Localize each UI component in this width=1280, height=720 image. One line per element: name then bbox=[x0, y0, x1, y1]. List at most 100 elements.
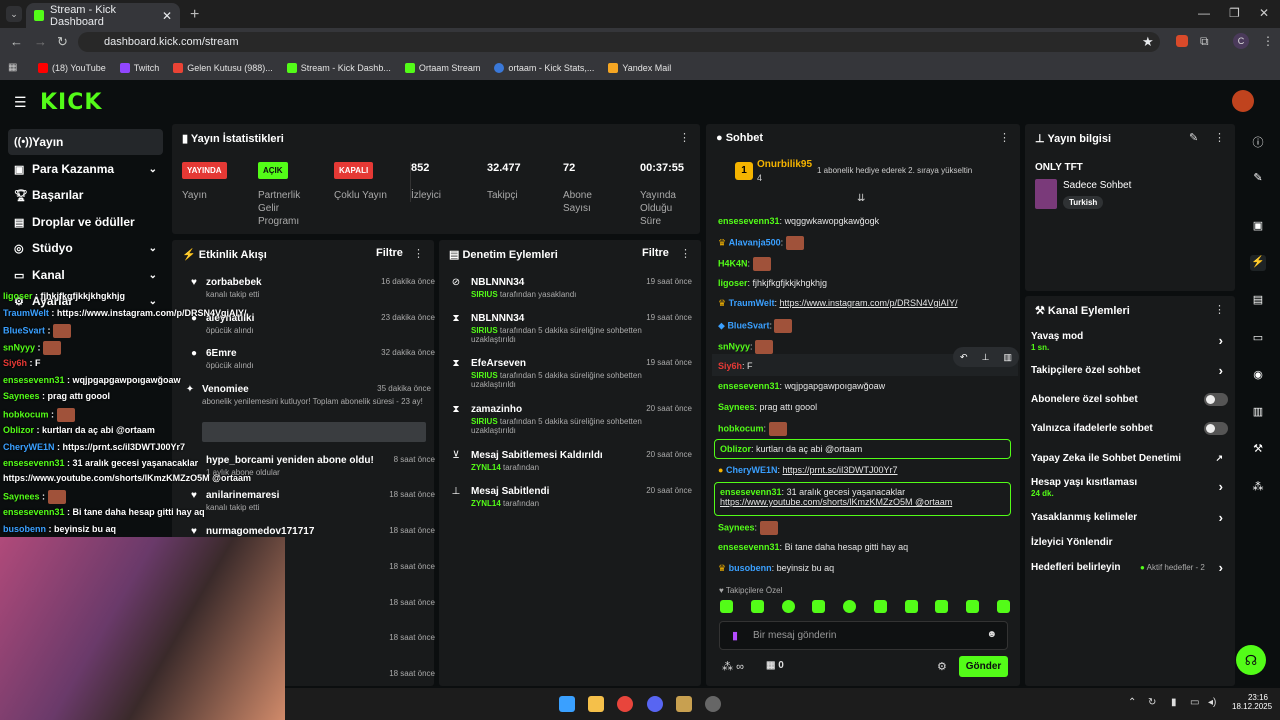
new-tab-button[interactable]: + bbox=[190, 6, 199, 24]
bookmark-kick-dashboard[interactable]: Stream - Kick Dashb... bbox=[286, 63, 391, 73]
info-icon[interactable]: ⓘ bbox=[1250, 134, 1266, 150]
discord-icon[interactable] bbox=[647, 696, 663, 712]
action-set-goals[interactable]: Hedefleri belirleyin ● Aktif hedefler - 2… bbox=[1031, 560, 1231, 575]
browser-tab[interactable]: Stream - Kick Dashboard ✕ bbox=[26, 3, 180, 28]
emote-icon[interactable] bbox=[812, 600, 826, 613]
action-account-age[interactable]: Hesap yaşı kısıtlaması 24 dk. › bbox=[1031, 477, 1231, 499]
emote-icon[interactable] bbox=[904, 600, 918, 613]
bookmark-yandex-mail[interactable]: Yandex Mail bbox=[608, 63, 671, 73]
media-icon[interactable]: ▥ bbox=[1250, 405, 1266, 421]
action-banned-words[interactable]: Yasaklanmış kelimeler › bbox=[1031, 510, 1231, 525]
windows-start-icon[interactable] bbox=[559, 696, 575, 712]
bookmark-gmail[interactable]: Gelen Kutusu (988)... bbox=[173, 63, 273, 73]
wrench-icon[interactable]: ⚒ bbox=[1250, 442, 1266, 458]
emote-icon[interactable] bbox=[996, 600, 1010, 613]
emote-icon[interactable] bbox=[750, 600, 764, 613]
tray-chevron-icon[interactable]: ⌃ bbox=[1128, 697, 1136, 708]
hamburger-menu-icon[interactable]: ☰ bbox=[14, 94, 27, 111]
activity-filter-button[interactable]: Filtre bbox=[376, 247, 403, 259]
user-avatar[interactable] bbox=[1232, 90, 1254, 112]
stats-menu-icon[interactable]: ⋮ bbox=[679, 131, 690, 144]
moderation-filter-button[interactable]: Filtre bbox=[642, 247, 669, 259]
chat-message: Saynees: prag attı goool bbox=[718, 402, 818, 412]
support-headset-icon[interactable]: ☊ bbox=[1236, 645, 1266, 675]
channel-actions-menu-icon[interactable]: ⋮ bbox=[1214, 303, 1225, 316]
emote-icon[interactable] bbox=[720, 600, 733, 613]
app-icon[interactable] bbox=[676, 696, 692, 712]
reload-icon[interactable]: ↻ bbox=[57, 34, 68, 50]
chat-menu-icon[interactable]: ⋮ bbox=[999, 131, 1010, 144]
twitch-icon bbox=[119, 63, 130, 73]
edit-pencil-icon[interactable]: ✎ bbox=[1189, 131, 1198, 144]
browser-menu-icon[interactable]: ⋮ bbox=[1262, 34, 1274, 48]
extension-icon[interactable] bbox=[1176, 35, 1188, 47]
kick-logo[interactable]: KICK bbox=[40, 90, 102, 115]
microphone-icon[interactable]: ▮ bbox=[732, 629, 738, 642]
bookmark-kick-stats[interactable]: ortaam - Kick Stats,... bbox=[494, 63, 594, 73]
profile-avatar[interactable]: C bbox=[1233, 33, 1249, 49]
sidebar-item-para-kazanma[interactable]: ▣ Para Kazanma ⌄ bbox=[8, 156, 163, 182]
lightning-icon[interactable]: ⚡ bbox=[1250, 255, 1266, 271]
store-points[interactable]: ▦ 0 bbox=[766, 660, 784, 671]
fullscreen-icon[interactable]: ▣ bbox=[1250, 219, 1266, 235]
points-icon[interactable]: ⁂ bbox=[1250, 480, 1266, 496]
chat-input[interactable]: ▮ Bir mesaj gönderin ☻ bbox=[719, 621, 1008, 650]
sidebar-item-kanal[interactable]: ▭ Kanal ⌄ bbox=[8, 262, 163, 288]
bookmark-twitch[interactable]: Twitch bbox=[119, 63, 159, 73]
forward-icon[interactable]: → bbox=[34, 34, 47, 49]
emoji-icon[interactable]: ☻ bbox=[986, 629, 997, 640]
emote-icon[interactable] bbox=[781, 600, 795, 613]
broadcast-icon[interactable]: ◉ bbox=[1250, 368, 1266, 384]
bookmark-star-icon[interactable]: ★ bbox=[1142, 34, 1154, 50]
close-window-button[interactable]: ✕ bbox=[1259, 6, 1269, 20]
sidebar-item-basarilar[interactable]: 🏆︎ Başarılar bbox=[8, 182, 163, 208]
scroll-down-icon[interactable]: ⇊ bbox=[857, 193, 865, 204]
volume-icon[interactable]: ◂) bbox=[1208, 697, 1216, 708]
file-explorer-icon[interactable] bbox=[588, 696, 604, 712]
emote-icon[interactable] bbox=[935, 600, 949, 613]
pin-icon[interactable]: ⊥ bbox=[982, 352, 990, 363]
category-name[interactable]: Sadece Sohbet bbox=[1063, 180, 1131, 191]
top-gifter-name[interactable]: Onurbilik95 bbox=[757, 159, 812, 170]
sidebar-item-droplar[interactable]: ▤ Droplar ve ödüller bbox=[8, 209, 163, 235]
network-icon[interactable]: ▭ bbox=[1190, 697, 1199, 708]
emote-icon[interactable] bbox=[966, 600, 980, 613]
chat-bubble-icon[interactable]: ▭ bbox=[1250, 331, 1266, 347]
sidebar-item-studyo[interactable]: ◎ Stüdyo ⌄ bbox=[8, 235, 163, 261]
obs-icon[interactable] bbox=[705, 696, 721, 712]
sidebar-item-yayin[interactable]: ((•)) Yayın bbox=[8, 129, 163, 155]
edit-pencil-icon[interactable]: ✎ bbox=[1250, 171, 1266, 187]
chrome-icon[interactable] bbox=[617, 696, 633, 712]
sync-icon[interactable]: ↻ bbox=[1148, 697, 1156, 708]
minimize-button[interactable]: — bbox=[1198, 6, 1210, 20]
send-button[interactable]: Gönder bbox=[959, 656, 1008, 677]
extensions-puzzle-icon[interactable]: ⧉ bbox=[1200, 34, 1209, 49]
tab-search-button[interactable]: ⌄ bbox=[6, 6, 22, 22]
emote-icon[interactable] bbox=[873, 600, 887, 613]
back-icon[interactable]: ← bbox=[10, 34, 23, 49]
action-slow-mode[interactable]: Yavaş mod 1 sn. › bbox=[1031, 331, 1231, 353]
undo-icon[interactable]: ↶ bbox=[960, 352, 968, 363]
tab-close-icon[interactable]: ✕ bbox=[162, 9, 172, 23]
document-icon[interactable]: ▤ bbox=[1250, 293, 1266, 309]
bookmark-ortaam-stream[interactable]: Ortaam Stream bbox=[404, 63, 480, 73]
bookmark-youtube[interactable]: (18) YouTube bbox=[38, 63, 106, 73]
action-ai-moderation[interactable]: Yapay Zeka ile Sohbet Denetimi ↗ bbox=[1031, 453, 1231, 464]
apps-grid-icon[interactable]: ▦ bbox=[8, 62, 17, 73]
emote-only-toggle[interactable] bbox=[1204, 422, 1228, 435]
language-tag[interactable]: Turkish bbox=[1063, 196, 1104, 209]
microphone-icon[interactable]: ▮ bbox=[1171, 697, 1177, 708]
channel-points-icon[interactable]: ⁂ ∞ bbox=[722, 660, 744, 673]
emote-icon[interactable] bbox=[843, 600, 857, 613]
stream-info-menu-icon[interactable]: ⋮ bbox=[1214, 131, 1225, 144]
trash-icon[interactable]: ▥ bbox=[1003, 352, 1012, 363]
action-followers-only[interactable]: Takipçilere özel sohbet › bbox=[1031, 363, 1231, 378]
subscribers-only-toggle[interactable] bbox=[1204, 393, 1228, 406]
action-redirect-viewers[interactable]: İzleyici Yönlendir bbox=[1031, 537, 1231, 548]
moderation-menu-icon[interactable]: ⋮ bbox=[680, 247, 691, 260]
maximize-button[interactable]: ❐ bbox=[1229, 6, 1240, 20]
chat-settings-icon[interactable]: ⚙ bbox=[937, 660, 947, 673]
activity-menu-icon[interactable]: ⋮ bbox=[413, 247, 424, 260]
url-input[interactable]: dashboard.kick.com/stream bbox=[78, 32, 1160, 52]
clock[interactable]: 23:16 18.12.2025 bbox=[1232, 693, 1272, 711]
